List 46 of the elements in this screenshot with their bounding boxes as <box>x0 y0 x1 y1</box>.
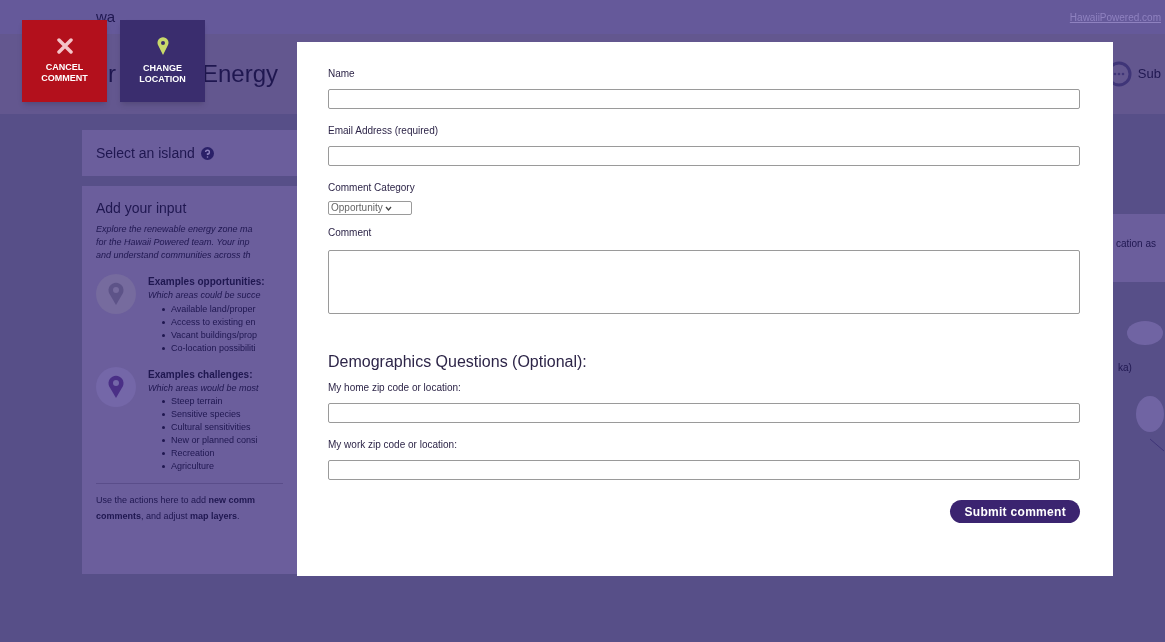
example-subtitle: Which areas could be succe <box>148 289 262 302</box>
example-title: Examples challenges: <box>148 367 254 382</box>
text-field[interactable] <box>328 403 1080 423</box>
list-item-text: Recreation <box>171 447 215 460</box>
submit-comment-button[interactable]: Submit comment <box>950 500 1080 523</box>
intro-text: Explore the renewable energy zone ma <box>96 223 254 236</box>
field-label: My work zip code or location: <box>328 438 458 452</box>
caret-icon <box>384 205 392 211</box>
page-title-fragment: Energy <box>202 59 279 89</box>
text-field[interactable] <box>328 146 1080 166</box>
list-item-text: Cultural sensitivities <box>171 421 251 434</box>
change-location-button[interactable]: CHANGE LOCATION <box>120 20 205 102</box>
text-field[interactable] <box>328 89 1080 109</box>
list-item-text: Agriculture <box>171 460 215 473</box>
close-icon <box>56 38 73 54</box>
info-card <box>1112 214 1165 282</box>
field-label: Comment Category <box>328 181 416 195</box>
list-item-text: Available land/proper <box>171 302 256 316</box>
field-label: Comment <box>328 226 373 240</box>
list-item-text: Steep terrain <box>171 395 223 408</box>
text-field[interactable] <box>328 460 1080 480</box>
section-heading: Demographics Questions (Optional): <box>328 352 588 372</box>
intro-text: and understand communities across th <box>96 249 252 262</box>
panel-title: Add your input <box>96 199 188 218</box>
list-item-text: Co-location possibiliti <box>171 341 256 355</box>
map-pin-icon <box>96 366 136 407</box>
help-icon <box>200 146 214 160</box>
footer-text: comments, and adjust map layers. <box>96 510 241 523</box>
cancel-comment-button[interactable]: CANCEL COMMENT <box>22 20 107 102</box>
list-item-text: Vacant buildings/prop <box>171 328 257 342</box>
intro-text: for the Hawaii Powered team. Your inp <box>96 236 251 249</box>
field-label: Name <box>328 67 356 81</box>
comment-field[interactable] <box>328 250 1080 314</box>
panel-text: cation as <box>1116 237 1157 251</box>
field-label: My home zip code or location: <box>328 381 462 395</box>
list-item-text: Sensitive species <box>171 408 241 421</box>
example-subtitle: Which areas would be most <box>148 381 259 395</box>
map-pin-icon <box>156 37 169 55</box>
page-title-fragment: r <box>108 59 116 89</box>
field-label: Email Address (required) <box>328 124 440 138</box>
example-title: Examples opportunities: <box>148 275 265 289</box>
list-item-text: New or planned consi <box>171 434 258 447</box>
category-dropdown[interactable]: Opportunity <box>328 201 412 215</box>
map-pin-icon <box>96 274 136 314</box>
list-item-text: Access to existing en <box>171 315 256 329</box>
footer-text: Use the actions here to add new comm <box>96 494 257 507</box>
